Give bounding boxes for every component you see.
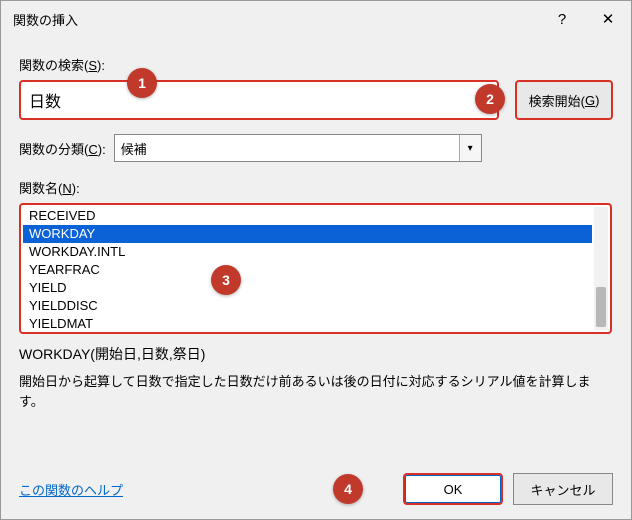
- list-item[interactable]: YIELDMAT: [23, 315, 592, 330]
- insert-function-dialog: 関数の挿入 ? ✕ 関数の検索(S): 日数 1 2 検索開始(G) 関数の分類…: [0, 0, 632, 520]
- scrollbar-thumb[interactable]: [596, 287, 606, 327]
- badge-2: 2: [475, 84, 505, 114]
- search-row: 日数 1 2 検索開始(G): [19, 80, 613, 120]
- badge-1: 1: [127, 68, 157, 98]
- badge-3: 3: [211, 265, 241, 295]
- category-value: 候補: [121, 139, 147, 158]
- list-item[interactable]: RECEIVED: [23, 207, 592, 225]
- list-item[interactable]: YEARFRAC: [23, 261, 592, 279]
- function-syntax: WORKDAY(開始日,日数,祭日): [19, 344, 613, 364]
- chevron-down-icon: ▾: [459, 135, 481, 161]
- list-item[interactable]: YIELD: [23, 279, 592, 297]
- category-row: 関数の分類(C): 候補 ▾: [19, 134, 613, 162]
- search-input-value: 日数: [29, 88, 61, 112]
- category-select[interactable]: 候補 ▾: [114, 134, 482, 162]
- dialog-body: 関数の検索(S): 日数 1 2 検索開始(G) 関数の分類(C): 候補 ▾ …: [1, 37, 631, 411]
- function-list-label: 関数名(N):: [19, 178, 613, 197]
- list-item[interactable]: WORKDAY: [23, 225, 592, 243]
- titlebar: 関数の挿入 ? ✕: [1, 1, 631, 37]
- search-label: 関数の検索(S):: [19, 55, 613, 74]
- scrollbar[interactable]: [594, 207, 608, 330]
- function-help-link[interactable]: この関数のヘルプ: [19, 480, 123, 499]
- ok-button[interactable]: OK: [403, 473, 503, 505]
- function-description: 開始日から起算して日数で指定した日数だけ前あるいは後の日付に対応するシリアル値を…: [19, 372, 613, 411]
- search-input[interactable]: 日数: [19, 80, 499, 120]
- cancel-button[interactable]: キャンセル: [513, 473, 613, 505]
- list-item[interactable]: YIELDDISC: [23, 297, 592, 315]
- close-button[interactable]: ✕: [585, 1, 631, 37]
- help-button[interactable]: ?: [539, 1, 585, 37]
- dialog-title: 関数の挿入: [13, 10, 539, 29]
- dialog-footer: この関数のヘルプ 4 OK キャンセル: [1, 469, 631, 519]
- category-label: 関数の分類(C):: [19, 139, 106, 158]
- list-item[interactable]: WORKDAY.INTL: [23, 243, 592, 261]
- function-listbox[interactable]: RECEIVEDWORKDAYWORKDAY.INTLYEARFRACYIELD…: [19, 203, 612, 334]
- badge-4: 4: [333, 474, 363, 504]
- search-start-button[interactable]: 検索開始(G): [515, 80, 613, 120]
